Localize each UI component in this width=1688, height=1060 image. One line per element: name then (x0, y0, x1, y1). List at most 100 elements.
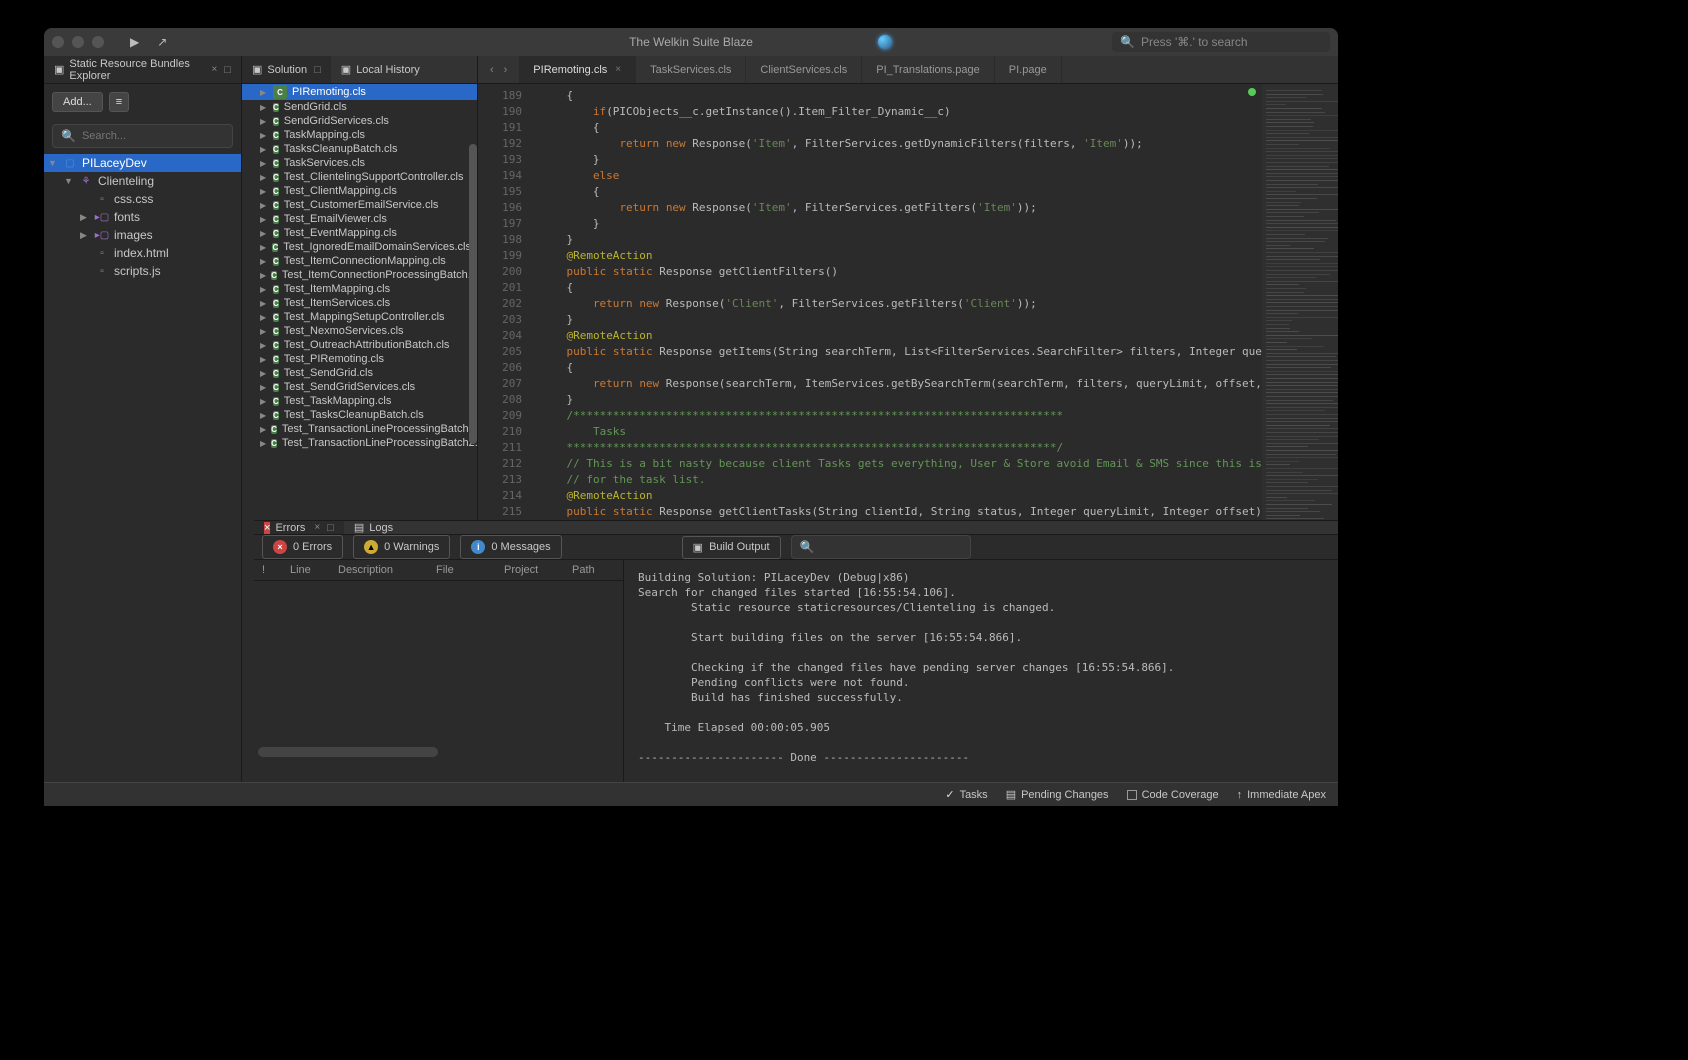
sb-pending-changes[interactable]: ▤Pending Changes (1006, 788, 1109, 801)
list-view-icon[interactable]: ≡ (109, 92, 129, 112)
tab-popout-icon[interactable]: □ (327, 522, 334, 534)
tab-logs[interactable]: ▤ Logs (344, 521, 403, 534)
expand-arrow-icon[interactable]: ▶ (260, 187, 268, 196)
expand-arrow-icon[interactable]: ▶ (260, 397, 268, 406)
tab-close-icon[interactable]: × (314, 522, 320, 533)
tree-item[interactable]: ▫scripts.js (44, 262, 241, 280)
tab-popout-icon[interactable]: □ (314, 64, 321, 76)
pill-warnings[interactable]: ▲0 Warnings (353, 535, 450, 559)
nav-back-icon[interactable]: ‹ (490, 64, 494, 76)
expand-arrow-icon[interactable]: ▶ (260, 341, 268, 350)
tab-close-icon[interactable]: × (211, 64, 217, 75)
solution-file[interactable]: ▶CTest_ItemConnectionProcessingBatch.cls (242, 268, 477, 282)
pill-build-output[interactable]: ▣Build Output (682, 536, 781, 559)
col-path[interactable]: Path (572, 564, 595, 576)
add-button[interactable]: Add... (52, 92, 103, 112)
maximize-window[interactable] (92, 36, 104, 48)
solution-file[interactable]: ▶CTest_ClientMapping.cls (242, 184, 477, 198)
tree-item[interactable]: ▼⚘Clienteling (44, 172, 241, 190)
search-input[interactable] (82, 130, 224, 142)
pill-messages[interactable]: i0 Messages (460, 535, 561, 559)
tree-item[interactable]: ▫css.css (44, 190, 241, 208)
expand-arrow-icon[interactable]: ▶ (260, 229, 268, 238)
expand-arrow-icon[interactable]: ▶ (260, 285, 268, 294)
sb-tasks[interactable]: ✓Tasks (945, 788, 987, 801)
expand-arrow-icon[interactable]: ▶ (260, 383, 268, 392)
solution-file[interactable]: ▶CTest_NexmoServices.cls (242, 324, 477, 338)
close-window[interactable] (52, 36, 64, 48)
col-line[interactable]: Line (290, 564, 320, 576)
tree-item[interactable]: ▼▢PILaceyDev (44, 154, 241, 172)
run-icon[interactable]: ▶ (130, 35, 139, 49)
tab-static-resource-explorer[interactable]: ▣ Static Resource Bundles Explorer × □ (44, 56, 241, 83)
expand-arrow-icon[interactable]: ▶ (260, 327, 268, 336)
expand-arrow-icon[interactable]: ▶ (260, 103, 268, 112)
solution-file[interactable]: ▶CTest_IgnoredEmailDomainServices.cls (242, 240, 477, 254)
solution-file[interactable]: ▶CSendGridServices.cls (242, 114, 477, 128)
expand-arrow-icon[interactable]: ▶ (260, 439, 266, 448)
tree-item[interactable]: ▶▸▢fonts (44, 208, 241, 226)
editor-tab[interactable]: PI.page (995, 56, 1062, 83)
solution-file[interactable]: ▶CTest_ClientelingSupportController.cls (242, 170, 477, 184)
solution-file[interactable]: ▶CTest_EmailViewer.cls (242, 212, 477, 226)
solution-file[interactable]: ▶CTest_SendGridServices.cls (242, 380, 477, 394)
scrollbar-thumb[interactable] (469, 144, 477, 444)
expand-arrow-icon[interactable]: ▶ (260, 355, 268, 364)
solution-file[interactable]: ▶CTest_TasksCleanupBatch.cls (242, 408, 477, 422)
expand-arrow-icon[interactable]: ▶ (260, 145, 268, 154)
expand-arrow-icon[interactable]: ▶ (260, 299, 268, 308)
expand-arrow-icon[interactable]: ▶ (260, 159, 268, 168)
solution-file[interactable]: ▶CSendGrid.cls (242, 100, 477, 114)
expand-arrow-icon[interactable]: ▶ (260, 88, 268, 97)
expand-arrow-icon[interactable]: ▶ (260, 369, 268, 378)
sb-code-coverage[interactable]: Code Coverage (1127, 789, 1219, 801)
solution-file[interactable]: ▶CTest_TaskMapping.cls (242, 394, 477, 408)
pill-errors[interactable]: ×0 Errors (262, 535, 343, 559)
tab-solution[interactable]: ▣ Solution □ (242, 56, 331, 83)
editor-tab[interactable]: TaskServices.cls (636, 56, 746, 83)
editor-tab[interactable]: PIRemoting.cls× (519, 56, 636, 83)
expand-arrow-icon[interactable]: ▶ (260, 313, 268, 322)
expand-arrow-icon[interactable]: ▶ (80, 230, 90, 241)
solution-file[interactable]: ▶CTaskMapping.cls (242, 128, 477, 142)
solution-file[interactable]: ▶CTest_OutreachAttributionBatch.cls (242, 338, 477, 352)
expand-arrow-icon[interactable]: ▶ (260, 425, 266, 434)
expand-arrow-icon[interactable]: ▶ (260, 215, 268, 224)
tree-item[interactable]: ▫index.html (44, 244, 241, 262)
solution-file[interactable]: ▶CTaskServices.cls (242, 156, 477, 170)
expand-arrow-icon[interactable]: ▶ (260, 271, 266, 280)
col-priority[interactable]: ! (262, 564, 272, 576)
solution-file[interactable]: ▶CTest_TransactionLineProcessingBatch.cl… (242, 422, 477, 436)
col-file[interactable]: File (436, 564, 486, 576)
solution-file[interactable]: ▶CTest_TransactionLineProcessingBatch2.c… (242, 436, 477, 450)
global-search[interactable]: 🔍 Press '⌘.' to search (1112, 32, 1330, 52)
col-project[interactable]: Project (504, 564, 554, 576)
expand-arrow-icon[interactable]: ▶ (260, 131, 268, 140)
tree-item[interactable]: ▶▸▢images (44, 226, 241, 244)
nav-forward-icon[interactable]: › (504, 64, 508, 76)
solution-file[interactable]: ▶CTest_ItemServices.cls (242, 296, 477, 310)
globe-icon[interactable] (878, 35, 892, 49)
minimize-window[interactable] (72, 36, 84, 48)
expand-arrow-icon[interactable]: ▶ (260, 117, 268, 126)
close-icon[interactable]: × (615, 64, 621, 75)
solution-file[interactable]: ▶CTest_SendGrid.cls (242, 366, 477, 380)
expand-arrow-icon[interactable]: ▶ (260, 243, 268, 252)
export-icon[interactable]: ↗ (157, 35, 167, 49)
tab-local-history[interactable]: ▣ Local History (331, 56, 430, 83)
errors-search-input[interactable] (821, 541, 963, 553)
solution-file[interactable]: ▶CTest_EventMapping.cls (242, 226, 477, 240)
scrollbar-thumb[interactable] (258, 747, 438, 757)
col-description[interactable]: Description (338, 564, 418, 576)
editor-tab[interactable]: PI_Translations.page (862, 56, 995, 83)
solution-file[interactable]: ▶CTest_CustomerEmailService.cls (242, 198, 477, 212)
expand-arrow-icon[interactable]: ▶ (260, 411, 268, 420)
tab-popout-icon[interactable]: □ (224, 64, 231, 76)
editor-tab[interactable]: ClientServices.cls (746, 56, 862, 83)
expand-arrow-icon[interactable]: ▶ (260, 257, 268, 266)
tab-errors[interactable]: × Errors × □ (254, 521, 344, 534)
solution-file[interactable]: ▶CTest_ItemMapping.cls (242, 282, 477, 296)
solution-file[interactable]: ▶CTest_MappingSetupController.cls (242, 310, 477, 324)
sb-immediate-apex[interactable]: ↑Immediate Apex (1237, 789, 1326, 801)
expand-arrow-icon[interactable]: ▶ (260, 201, 268, 210)
